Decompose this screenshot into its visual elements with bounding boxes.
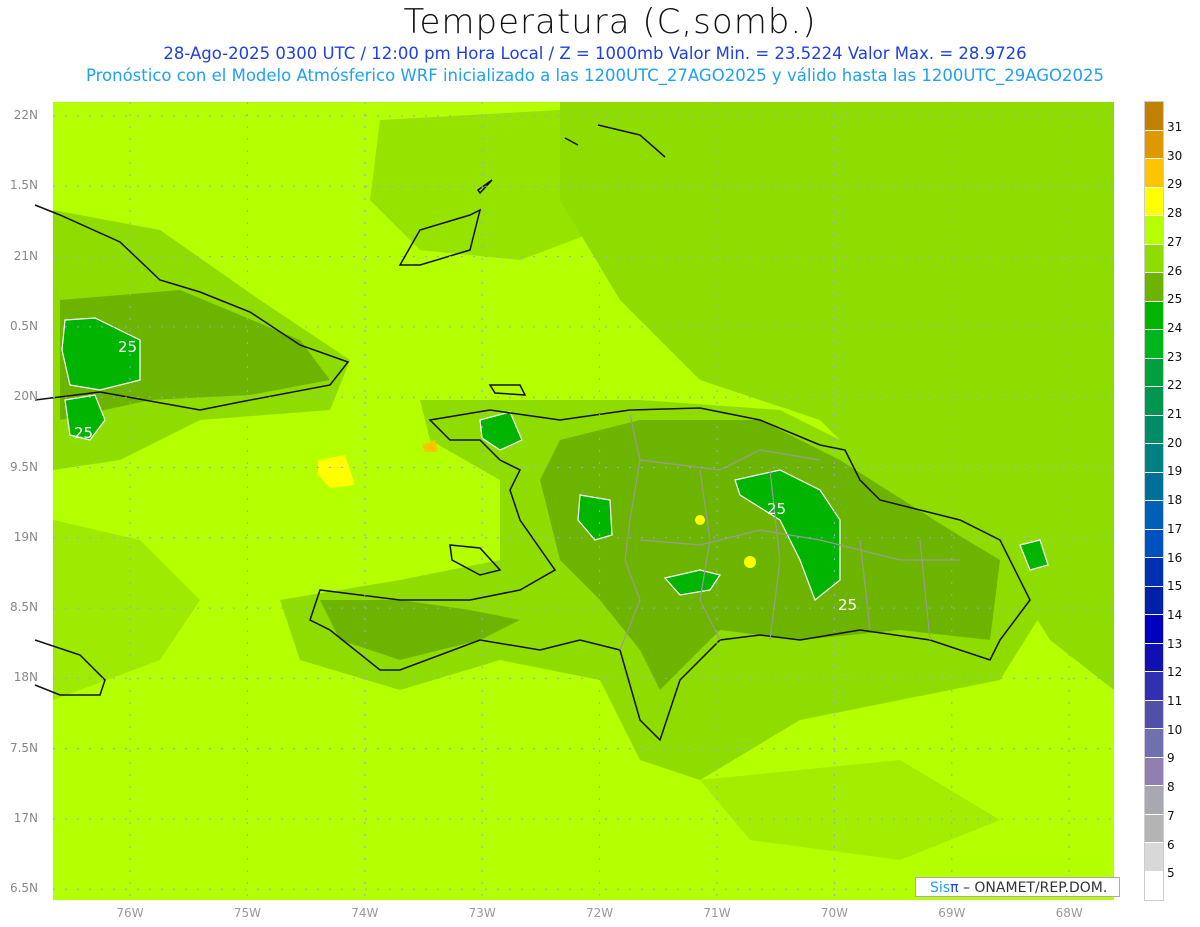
colorbar-swatch bbox=[1145, 187, 1163, 216]
colorbar-swatch bbox=[1145, 472, 1163, 501]
colorbar-label: 28 bbox=[1167, 206, 1183, 221]
colorbar-label: 18 bbox=[1167, 493, 1183, 508]
lat-tick-label: 19N bbox=[13, 529, 38, 544]
colorbar-swatch bbox=[1145, 130, 1163, 159]
lat-tick-label: 6.5N bbox=[9, 881, 38, 896]
colorbar-swatch bbox=[1145, 415, 1163, 444]
colorbar-swatch bbox=[1145, 501, 1163, 530]
lat-tick-label: 8.5N bbox=[9, 600, 38, 615]
lat-tick-label: 0.5N bbox=[9, 318, 38, 333]
colorbar-swatch bbox=[1145, 586, 1163, 615]
lon-tick-label: 72W bbox=[586, 906, 614, 920]
colorbar-swatch bbox=[1145, 757, 1163, 786]
colorbar-label: 13 bbox=[1167, 636, 1183, 651]
colorbar-label: 12 bbox=[1167, 665, 1183, 680]
credit-pi: π bbox=[950, 880, 959, 896]
colorbar-swatch bbox=[1145, 102, 1163, 131]
lat-tick-label: 20N bbox=[13, 389, 38, 404]
lon-tick-label: 75W bbox=[233, 906, 261, 920]
colorbar-swatch bbox=[1145, 529, 1163, 558]
contour-label: 25 bbox=[838, 596, 857, 614]
colorbar-swatch bbox=[1145, 244, 1163, 273]
colorbar-label: 11 bbox=[1167, 694, 1183, 708]
colorbar-label: 9 bbox=[1167, 751, 1175, 766]
contour-label: 25 bbox=[118, 338, 137, 356]
colorbar-label: 30 bbox=[1167, 148, 1183, 163]
credit-box: Sisπ – ONAMET/REP.DOM. bbox=[915, 877, 1120, 897]
colorbar-swatch bbox=[1145, 729, 1163, 758]
colorbar-swatch bbox=[1145, 615, 1163, 644]
colorbar-swatch bbox=[1145, 273, 1163, 302]
colorbar-swatch bbox=[1145, 558, 1163, 587]
colorbar-label: 10 bbox=[1167, 722, 1183, 737]
colorbar-swatch bbox=[1145, 301, 1163, 330]
colorbar-swatch bbox=[1145, 871, 1163, 900]
colorbar-label: 17 bbox=[1167, 521, 1183, 536]
lat-tick-label: 17N bbox=[13, 811, 38, 825]
colorbar-label: 25 bbox=[1167, 292, 1183, 307]
temperature-map: 25 25 25 25 bbox=[34, 102, 1114, 900]
colorbar-swatch bbox=[1145, 444, 1163, 473]
lon-tick-label: 68W bbox=[1055, 906, 1083, 920]
lat-tick-label: 18N bbox=[13, 670, 38, 685]
colorbar-label: 26 bbox=[1167, 263, 1183, 278]
colorbar-label: 27 bbox=[1167, 234, 1183, 249]
colorbar-label: 8 bbox=[1167, 780, 1175, 795]
colorbar-label: 31 bbox=[1167, 120, 1183, 134]
colorbar-swatch bbox=[1145, 700, 1163, 729]
colorbar-swatch bbox=[1145, 159, 1163, 188]
lon-tick-label: 70W bbox=[820, 906, 848, 920]
colorbar-label: 23 bbox=[1167, 349, 1183, 364]
colorbar-swatch bbox=[1145, 672, 1163, 701]
credit-text: – ONAMET/REP.DOM. bbox=[958, 880, 1108, 896]
lon-tick-label: 69W bbox=[938, 906, 966, 920]
colorbar bbox=[1144, 101, 1164, 901]
colorbar-label: 29 bbox=[1167, 177, 1183, 192]
lon-tick-label: 76W bbox=[116, 906, 144, 920]
colorbar-label: 16 bbox=[1167, 550, 1183, 565]
colorbar-swatch bbox=[1145, 843, 1163, 872]
lon-tick-label: 71W bbox=[703, 906, 731, 920]
colorbar-swatch bbox=[1145, 814, 1163, 843]
lat-tick-label: 22N bbox=[13, 108, 38, 122]
colorbar-label: 7 bbox=[1167, 808, 1175, 823]
colorbar-label: 20 bbox=[1167, 435, 1183, 450]
contour-label: 25 bbox=[74, 424, 93, 442]
colorbar-label: 21 bbox=[1167, 407, 1183, 421]
colorbar-swatch bbox=[1145, 358, 1163, 387]
colorbar-swatch bbox=[1145, 330, 1163, 359]
lon-tick-label: 74W bbox=[351, 906, 379, 920]
lon-tick-label: 73W bbox=[468, 906, 496, 920]
lat-tick-label: 7.5N bbox=[9, 740, 38, 755]
colorbar-swatch bbox=[1145, 643, 1163, 672]
colorbar-swatch bbox=[1145, 786, 1163, 815]
colorbar-swatch bbox=[1145, 387, 1163, 416]
contour-label: 25 bbox=[767, 500, 786, 518]
colorbar-swatch bbox=[1145, 216, 1163, 245]
lat-tick-label: 1.5N bbox=[9, 178, 38, 193]
lat-tick-label: 21N bbox=[13, 248, 38, 263]
lat-tick-label: 9.5N bbox=[9, 459, 38, 474]
colorbar-label: 15 bbox=[1167, 579, 1183, 594]
colorbar-label: 24 bbox=[1167, 320, 1183, 335]
colorbar-label: 6 bbox=[1167, 837, 1175, 852]
colorbar-label: 14 bbox=[1167, 607, 1183, 622]
colorbar-label: 22 bbox=[1167, 378, 1183, 393]
credit-sis: Sis bbox=[930, 880, 951, 896]
colorbar-label: 19 bbox=[1167, 464, 1183, 479]
colorbar-label: 5 bbox=[1167, 866, 1175, 881]
